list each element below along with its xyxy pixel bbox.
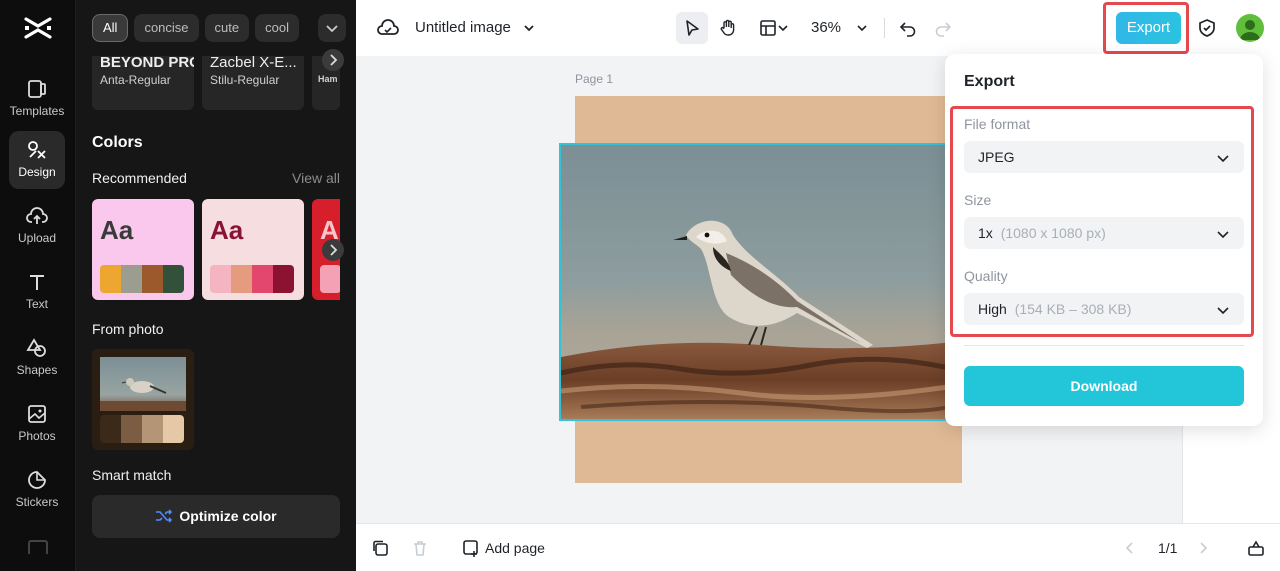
chip-cute[interactable]: cute (204, 14, 250, 42)
rail-text-label: Text (25, 297, 48, 311)
font-card-anta[interactable]: BEYOND PRO... Anta-Regular (92, 54, 194, 110)
export-options-highlight-box (950, 106, 1254, 337)
upload-cloud-icon (26, 207, 48, 224)
palettes-next-button[interactable] (322, 239, 344, 261)
download-button[interactable]: Download (964, 366, 1244, 406)
hand-icon (720, 19, 735, 36)
templates-icon (28, 80, 46, 98)
font-preview: Zacbel X-E... (210, 54, 297, 71)
optimize-color-button[interactable]: Optimize color (92, 495, 340, 538)
zoom-level[interactable]: 36% (811, 19, 841, 36)
palette-card[interactable]: Aa (92, 199, 194, 300)
undo-icon[interactable] (899, 19, 917, 37)
hand-tool-button[interactable] (712, 12, 744, 44)
bird-thumbnail (100, 357, 186, 411)
duplicate-page-icon[interactable] (371, 539, 389, 557)
document-title[interactable]: Untitled image (415, 19, 511, 36)
rail-design[interactable]: Design (9, 131, 65, 189)
redo-icon[interactable] (934, 19, 952, 37)
rail-templates-label: Templates (9, 104, 65, 118)
chips-expand-button[interactable] (318, 14, 346, 42)
rail-templates[interactable]: Templates (9, 70, 65, 128)
layout-menu-button[interactable] (754, 12, 794, 44)
font-card-stilu[interactable]: Zacbel X-E... Stilu-Regular (202, 54, 304, 110)
page-counter: 1/1 (1158, 540, 1178, 556)
shapes-icon (26, 338, 46, 357)
popup-divider (964, 345, 1244, 346)
design-panel: All concise cute cool BEYOND PRO... Anta… (76, 0, 356, 571)
rail-stickers[interactable]: Stickers (9, 461, 65, 519)
optimize-color-label: Optimize color (179, 508, 277, 524)
photos-icon (28, 405, 46, 423)
cursor-icon (686, 20, 699, 36)
chip-all[interactable]: All (92, 14, 129, 42)
from-photo-heading: From photo (92, 321, 164, 337)
chevron-right-icon (330, 54, 338, 66)
shield-icon[interactable] (1197, 18, 1217, 38)
select-tool-button[interactable] (676, 12, 708, 44)
chevron-down-icon (326, 25, 338, 33)
cloud-sync-icon[interactable] (377, 17, 399, 39)
stickers-icon (28, 471, 46, 489)
rail-text[interactable]: Text (9, 263, 65, 321)
palette-swatches (100, 265, 184, 293)
font-name: Anta-Regular (100, 73, 171, 87)
add-page-button[interactable]: Add page (485, 540, 545, 556)
add-page-icon[interactable] (462, 539, 480, 557)
selected-bird-photo[interactable] (559, 143, 964, 421)
next-page-chevron-icon[interactable] (1196, 541, 1210, 555)
photo-palette-card[interactable] (92, 349, 194, 450)
design-icon (28, 141, 46, 159)
rail-photos-label: Photos (18, 429, 56, 443)
rail-upload-label: Upload (17, 231, 57, 245)
page-label: Page 1 (575, 72, 614, 86)
rail-more-icon[interactable] (28, 540, 48, 554)
palette-aa: Aa (210, 215, 244, 245)
view-all-link[interactable]: View all (292, 170, 340, 186)
chip-concise[interactable]: concise (134, 14, 199, 42)
fonts-next-button[interactable] (322, 49, 344, 71)
top-bar: Untitled image 36% Export (356, 0, 1280, 56)
export-highlight-box (1103, 2, 1189, 54)
rail-shapes[interactable]: Shapes (9, 329, 65, 387)
trash-icon[interactable] (411, 539, 429, 557)
chevron-right-icon (330, 244, 338, 256)
bottom-bar: Add page 1/1 (356, 523, 1280, 571)
shuffle-icon (156, 509, 173, 523)
text-icon (30, 275, 44, 290)
rail-photos[interactable]: Photos (9, 395, 65, 453)
palette-card[interactable]: Aa (202, 199, 304, 300)
title-chevron-down-icon[interactable] (522, 21, 536, 35)
photo-swatches (100, 415, 184, 443)
zoom-chevron-down-icon[interactable] (856, 22, 868, 34)
export-popup-title: Export (964, 73, 1015, 90)
rail-shapes-label: Shapes (16, 363, 58, 377)
palette-swatches (210, 265, 294, 293)
prev-page-chevron-icon[interactable] (1123, 541, 1137, 555)
rail-upload[interactable]: Upload (9, 197, 65, 255)
toolbar-divider (884, 18, 885, 38)
font-preview: BEYOND PRO... (100, 54, 194, 71)
page-panel-toggle-icon[interactable] (1247, 539, 1265, 557)
rail-stickers-label: Stickers (15, 495, 59, 509)
recommended-heading: Recommended (92, 170, 187, 186)
layout-icon (760, 20, 776, 36)
rail-design-label: Design (18, 165, 56, 179)
colors-heading: Colors (92, 134, 143, 151)
smart-match-heading: Smart match (92, 467, 172, 483)
chevron-down-icon (778, 25, 788, 32)
left-rail: Templates Design Upload Text Shapes Phot… (0, 0, 76, 571)
palette-swatches (320, 265, 340, 293)
user-avatar[interactable] (1236, 14, 1264, 42)
chip-cool[interactable]: cool (255, 14, 299, 42)
bird-image (561, 145, 962, 419)
palette-aa: Aa (100, 215, 134, 245)
user-icon (1240, 20, 1260, 40)
capcut-logo-icon[interactable] (24, 15, 52, 41)
font-name: Stilu-Regular (210, 73, 280, 87)
style-filter-chips: All concise cute cool (92, 14, 299, 42)
